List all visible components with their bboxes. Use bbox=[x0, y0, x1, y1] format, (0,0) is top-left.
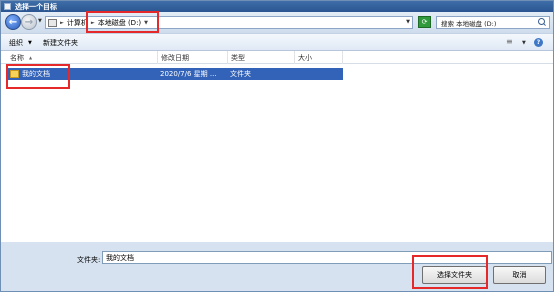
bottom-panel: 文件夹: 我的文档 选择文件夹 取消 bbox=[1, 242, 553, 291]
computer-icon bbox=[48, 18, 57, 27]
file-date: 2020/7/6 星期 ... bbox=[160, 70, 217, 78]
view-chevron-down-icon[interactable]: ▼ bbox=[522, 40, 526, 46]
column-size-label: 大小 bbox=[298, 53, 312, 62]
column-date-label: 修改日期 bbox=[161, 53, 189, 62]
column-header-row: 名称 ▲ 修改日期 类型 大小 bbox=[1, 51, 553, 64]
address-bar[interactable]: ► 计算机 ► 本地磁盘 (D:) ▼ ▼ bbox=[45, 16, 413, 29]
new-folder-button[interactable]: 新建文件夹 bbox=[43, 38, 78, 48]
organize-button[interactable]: 组织 bbox=[9, 38, 23, 48]
help-icon[interactable]: ? bbox=[534, 38, 543, 47]
column-header-name[interactable]: 名称 ▲ bbox=[7, 51, 158, 64]
folder-icon bbox=[10, 70, 19, 78]
file-name-cell: 我的文档 bbox=[7, 68, 158, 80]
toolbar: 组织 ▼ 新建文件夹 ≡ ▼ ? bbox=[1, 33, 553, 51]
dialog-window: 选择一个目标 ← → ▼ ► 计算机 ► 本地磁盘 (D:) ▼ ▼ ⟳ 搜索 … bbox=[0, 0, 554, 292]
folder-field-label: 文件夹: bbox=[77, 256, 101, 264]
breadcrumb-computer[interactable]: 计算机 bbox=[67, 18, 88, 28]
recent-pages-chevron-down-icon[interactable]: ▼ bbox=[38, 18, 42, 24]
chevron-right-icon[interactable]: ► bbox=[60, 20, 64, 26]
chevron-down-icon[interactable]: ▼ bbox=[144, 20, 148, 26]
address-history-chevron-down-icon[interactable]: ▼ bbox=[406, 19, 410, 25]
navigation-bar: ← → ▼ ► 计算机 ► 本地磁盘 (D:) ▼ ▼ ⟳ 搜索 本地磁盘 (D… bbox=[1, 12, 553, 33]
file-name: 我的文档 bbox=[22, 70, 50, 78]
refresh-icon[interactable]: ⟳ bbox=[418, 16, 431, 28]
cancel-button[interactable]: 取消 bbox=[493, 266, 546, 284]
sort-ascending-icon: ▲ bbox=[29, 55, 33, 60]
search-placeholder: 搜索 本地磁盘 (D:) bbox=[441, 19, 497, 28]
window-icon bbox=[4, 3, 11, 10]
column-header-size[interactable]: 大小 bbox=[295, 51, 343, 64]
back-arrow-icon[interactable]: ← bbox=[5, 14, 21, 30]
table-row[interactable]: 我的文档 2020/7/6 星期 ... 文件夹 bbox=[7, 68, 343, 80]
search-input[interactable]: 搜索 本地磁盘 (D:) bbox=[436, 16, 550, 29]
breadcrumb-local-disk[interactable]: 本地磁盘 (D:) bbox=[98, 18, 141, 28]
view-options-icon[interactable]: ≡ bbox=[506, 37, 513, 46]
column-header-date[interactable]: 修改日期 bbox=[158, 51, 228, 64]
window-title: 选择一个目标 bbox=[15, 2, 57, 11]
title-bar: 选择一个目标 bbox=[1, 1, 553, 12]
organize-chevron-down-icon[interactable]: ▼ bbox=[28, 40, 32, 46]
chevron-right-icon[interactable]: ► bbox=[91, 20, 95, 26]
forward-arrow-icon[interactable]: → bbox=[21, 14, 37, 30]
search-icon[interactable] bbox=[538, 18, 547, 27]
column-type-label: 类型 bbox=[231, 53, 245, 62]
folder-name-input[interactable]: 我的文档 bbox=[102, 251, 552, 264]
file-type: 文件夹 bbox=[230, 70, 251, 78]
file-list: 名称 ▲ 修改日期 类型 大小 我的文档 2020/7/6 星期 ... 文件夹 bbox=[1, 51, 553, 242]
select-folder-button[interactable]: 选择文件夹 bbox=[422, 266, 487, 284]
column-name-label: 名称 bbox=[10, 53, 24, 62]
column-header-type[interactable]: 类型 bbox=[228, 51, 295, 64]
